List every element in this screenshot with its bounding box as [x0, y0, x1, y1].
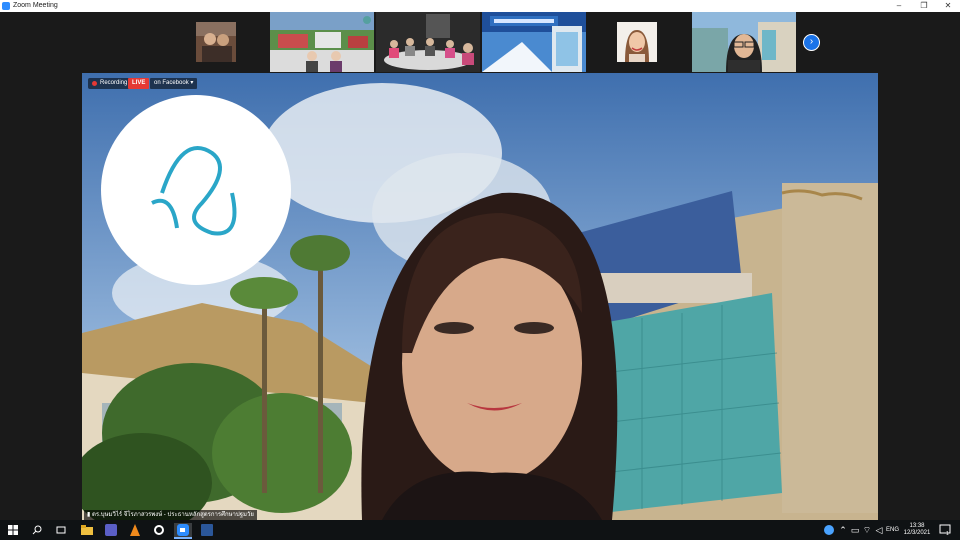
recording-label: Recording	[100, 80, 128, 86]
restore-button[interactable]: ❐	[913, 0, 935, 12]
chevron-down-icon: ▾	[190, 80, 194, 86]
next-page-button[interactable]: ›	[803, 34, 820, 51]
participant-thumbnail[interactable]	[617, 22, 657, 62]
participant-thumbnail[interactable]	[376, 12, 480, 72]
zoom-taskbar-icon[interactable]	[174, 523, 192, 539]
window-title-bar: Zoom Meeting – ❐ ✕	[0, 0, 960, 12]
clock-time: 13:38	[909, 523, 925, 529]
taskbar-clock[interactable]: 13:38 12/3/2021	[902, 523, 932, 537]
participant-thumbnail[interactable]	[196, 22, 236, 62]
task-view-icon[interactable]	[54, 523, 68, 537]
participant-thumbnail[interactable]	[482, 12, 586, 72]
minimize-button[interactable]: –	[888, 0, 910, 12]
teams-icon[interactable]	[104, 523, 118, 537]
volume-icon[interactable]: ◁	[872, 523, 886, 537]
gear-icon[interactable]	[152, 523, 166, 537]
speaker-name-tag: ▮ ดร.บุษมวิไร์ จีโรภาสวรพงษ์ - ประธานหลั…	[84, 510, 257, 520]
live-badge: LIVE	[128, 78, 150, 89]
live-stream-target-dropdown[interactable]: on Facebook ▾	[150, 78, 198, 89]
window-title: Zoom Meeting	[13, 2, 58, 9]
participant-strip: ›	[0, 12, 960, 74]
help-icon[interactable]	[822, 523, 836, 537]
word-icon[interactable]	[200, 523, 214, 537]
record-dot-icon	[92, 81, 97, 86]
notification-icon[interactable]	[938, 523, 952, 537]
participant-thumbnail[interactable]	[692, 12, 796, 72]
windows-start-icon[interactable]	[6, 523, 20, 537]
search-icon[interactable]	[30, 523, 44, 537]
recording-indicator: Recording	[88, 78, 132, 89]
clock-date: 12/3/2021	[903, 530, 931, 536]
taskbar: ⌃ ▭ ⌔ ◁ ENG 13:38 12/3/2021 1	[0, 520, 960, 540]
input-language[interactable]: ENG	[886, 520, 899, 540]
file-explorer-icon[interactable]	[80, 523, 94, 537]
close-button[interactable]: ✕	[937, 0, 959, 12]
participant-thumbnail[interactable]	[270, 12, 374, 72]
live-stream-target-label: on Facebook	[154, 80, 189, 86]
speaker-name: ดร.บุษมวิไร์ จีโรภาสวรพงษ์ - ประธานหลักส…	[91, 512, 254, 518]
vlc-icon[interactable]	[128, 523, 142, 537]
active-speaker-video	[82, 73, 878, 520]
notification-count: 1	[946, 531, 949, 537]
signal-bars-icon: ▮	[87, 512, 91, 518]
zoom-app-icon	[2, 2, 10, 10]
